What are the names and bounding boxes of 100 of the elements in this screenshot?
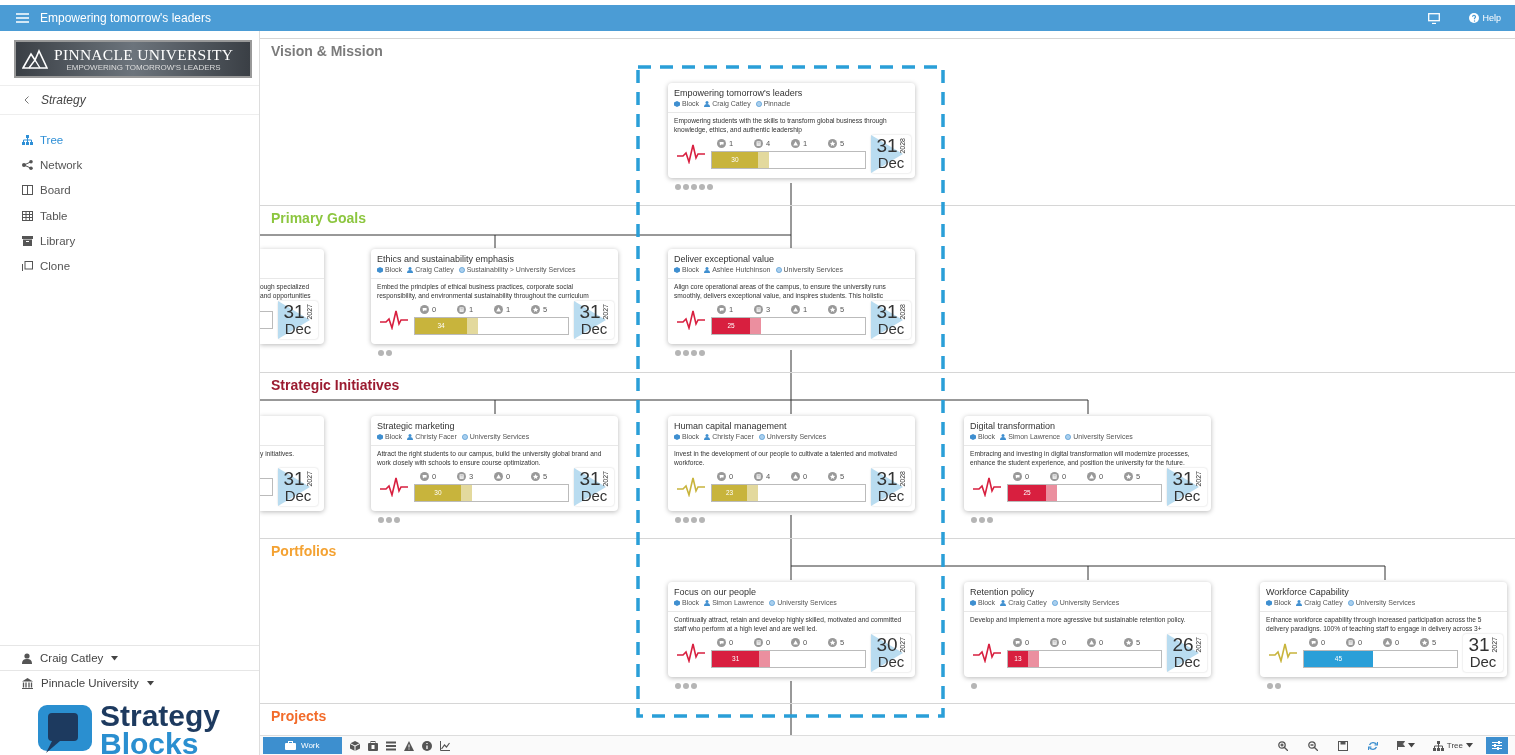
comment-icon: [717, 472, 726, 481]
due-month: Dec: [1172, 488, 1202, 505]
warning-icon: [1383, 638, 1392, 647]
list-icon[interactable]: [385, 740, 396, 751]
dot-indicator[interactable]: [971, 683, 977, 689]
due-month: Dec: [876, 488, 906, 505]
nav-item[interactable]: Library: [22, 228, 259, 254]
cube-icon: [377, 433, 383, 440]
comment-icon: [1309, 638, 1318, 647]
document-icon: [1346, 638, 1355, 647]
due-day: 31: [283, 302, 305, 321]
comment-icon: [717, 305, 726, 314]
strategy-card[interactable]: [964, 416, 1211, 511]
card-title: Workforce Capability: [1266, 587, 1350, 597]
card-title: Ethics and sustainability emphasis: [377, 254, 516, 264]
flag-triangle-icon: [574, 301, 606, 339]
nav-item[interactable]: Network: [22, 152, 259, 178]
person-icon: [1296, 599, 1303, 606]
view-menu[interactable]: Tree: [1427, 740, 1478, 751]
caret-icon: [146, 680, 154, 686]
info-icon[interactable]: [421, 740, 432, 751]
person-icon: [704, 266, 711, 273]
menu-icon[interactable]: [16, 13, 29, 23]
warning-icon: [791, 305, 800, 314]
lane-title: Primary Goals: [271, 210, 366, 226]
caret-icon: [111, 655, 119, 661]
workspace-menu[interactable]: Pinnacle University: [0, 670, 259, 695]
warning-icon: [791, 139, 800, 148]
due-month: Dec: [283, 321, 313, 338]
due-day: 31: [876, 136, 898, 155]
comment-icon: [1013, 472, 1022, 481]
globe-icon: [769, 599, 776, 606]
flag-triangle-icon: [871, 135, 903, 173]
logo-name: PINNACLE UNIVERSITY: [54, 46, 234, 63]
person-icon: [22, 652, 32, 664]
person-icon: [704, 100, 711, 107]
person-icon: [704, 433, 711, 440]
card-title: Human capital management: [674, 421, 788, 431]
due-month: Dec: [876, 654, 906, 671]
flag-triangle-icon: [871, 634, 903, 672]
hierarchy-icon: [22, 134, 33, 145]
warning-icon: [494, 472, 503, 481]
nav-item[interactable]: Table: [22, 202, 259, 229]
comment-icon: [717, 638, 726, 647]
warning-icon: [494, 305, 503, 314]
help-icon: [1469, 13, 1480, 23]
globe-icon: [1347, 599, 1354, 606]
due-month: Dec: [876, 155, 906, 172]
cube-icon[interactable]: [349, 740, 360, 751]
refresh-icon[interactable]: [1367, 740, 1378, 751]
user-menu[interactable]: Craig Catley: [0, 645, 259, 670]
comment-icon: [717, 139, 726, 148]
back-link[interactable]: Strategy: [0, 85, 259, 115]
briefcase-icon: [285, 741, 296, 750]
due-month: Dec: [579, 488, 609, 505]
person-icon: [1000, 433, 1007, 440]
due-month: Dec: [579, 321, 609, 338]
strategy-card[interactable]: [371, 416, 618, 511]
save-icon[interactable]: [1337, 740, 1348, 751]
hierarchy-icon: [1432, 740, 1444, 751]
comment-icon: [1013, 638, 1022, 647]
strategy-card[interactable]: [1260, 582, 1507, 677]
cube-icon: [674, 599, 680, 606]
card-title: Strategic marketing: [377, 421, 456, 431]
document-icon: [754, 139, 763, 148]
warning-icon[interactable]: [403, 740, 414, 751]
star-icon: [828, 638, 837, 647]
strategy-card[interactable]: [668, 582, 915, 677]
due-month: Dec: [1468, 654, 1498, 671]
lane-title: Projects: [271, 708, 327, 724]
star-icon: [1420, 638, 1429, 647]
caret-icon: [1407, 743, 1415, 748]
due-day: 31: [1468, 635, 1490, 654]
document-icon: [1050, 638, 1059, 647]
person-icon: [704, 599, 711, 606]
cube-icon: [674, 100, 680, 107]
flag-triangle-icon: [1167, 468, 1199, 506]
card-title: Deliver exceptional value: [674, 254, 776, 264]
monitor-icon[interactable]: [1428, 12, 1441, 24]
cube-icon: [674, 433, 680, 440]
building-icon: [22, 677, 33, 689]
nav-item[interactable]: Board: [22, 177, 259, 203]
page-title: Empowering tomorrow's leaders: [40, 11, 212, 25]
zoom-out-icon[interactable]: [1307, 740, 1318, 751]
due-day: 30: [876, 635, 898, 654]
chart-icon[interactable]: [439, 740, 450, 751]
nav-item[interactable]: Clone: [22, 253, 259, 279]
globe-icon: [458, 266, 465, 273]
strategy-card[interactable]: [668, 249, 915, 344]
briefcase-icon[interactable]: [367, 740, 378, 751]
cube-icon: [970, 433, 976, 440]
flag-triangle-icon: [574, 468, 606, 506]
due-day: 31: [579, 302, 601, 321]
zoom-in-icon[interactable]: [1277, 740, 1288, 751]
strategy-card[interactable]: [371, 249, 618, 344]
filter-button[interactable]: [1486, 737, 1508, 754]
cube-icon: [1266, 599, 1272, 606]
star-icon: [531, 305, 540, 314]
flag-triangle-icon: [1167, 634, 1199, 672]
due-day: 31: [579, 469, 601, 488]
